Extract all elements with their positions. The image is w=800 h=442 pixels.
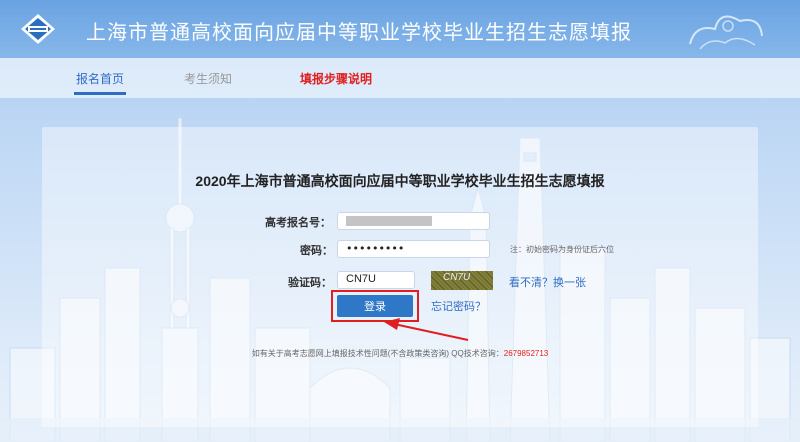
captcha-label: 验证码： [288, 277, 332, 289]
refresh-captcha-link[interactable]: 看不清？换一张 [509, 274, 586, 290]
top-navbar: 报名首页 考生须知 填报步骤说明 [0, 58, 800, 98]
nav-item-home[interactable]: 报名首页 [76, 70, 124, 87]
password-hint: 注：初始密码为身份证后六位 [510, 245, 614, 254]
form-title: 2020年上海市普通高校面向应届中等职业学校毕业生招生志愿填报 [195, 173, 605, 189]
cloud-ornament-icon [689, 15, 763, 50]
password-value: ••••••••• [346, 242, 405, 255]
red-arrow-annotation-icon [384, 318, 469, 341]
exam-id-input[interactable] [337, 212, 490, 230]
school-emblem-icon [21, 14, 55, 44]
captcha-image[interactable]: CN7U [431, 271, 493, 290]
forgot-password-link[interactable]: 忘记密码？ [431, 298, 486, 314]
site-header: 上海市普通高校面向应届中等职业学校毕业生招生志愿填报 [0, 0, 800, 58]
footer-text: 如有关于高考志愿网上填报技术性问题(不含政策类咨询) QQ技术咨询： [251, 349, 504, 358]
support-footer: 如有关于高考志愿网上填报技术性问题(不含政策类咨询) QQ技术咨询：267985… [0, 348, 800, 359]
captcha-input[interactable]: CN7U [337, 271, 415, 289]
captcha-input-value: CN7U [346, 273, 376, 285]
qq-support-number: 2679852713 [503, 349, 549, 358]
exam-id-label: 高考报名号： [265, 217, 331, 229]
password-input[interactable]: ••••••••• [337, 240, 490, 258]
nav-active-indicator [74, 92, 126, 95]
nav-item-steps-guide[interactable]: 填报步骤说明 [300, 70, 372, 87]
redacted-exam-id [346, 216, 432, 226]
nav-item-candidate-notice[interactable]: 考生须知 [184, 70, 232, 87]
site-title: 上海市普通高校面向应届中等职业学校毕业生招生志愿填报 [86, 22, 632, 44]
captcha-image-text: CN7U [443, 272, 471, 283]
password-label: 密码： [300, 245, 333, 257]
